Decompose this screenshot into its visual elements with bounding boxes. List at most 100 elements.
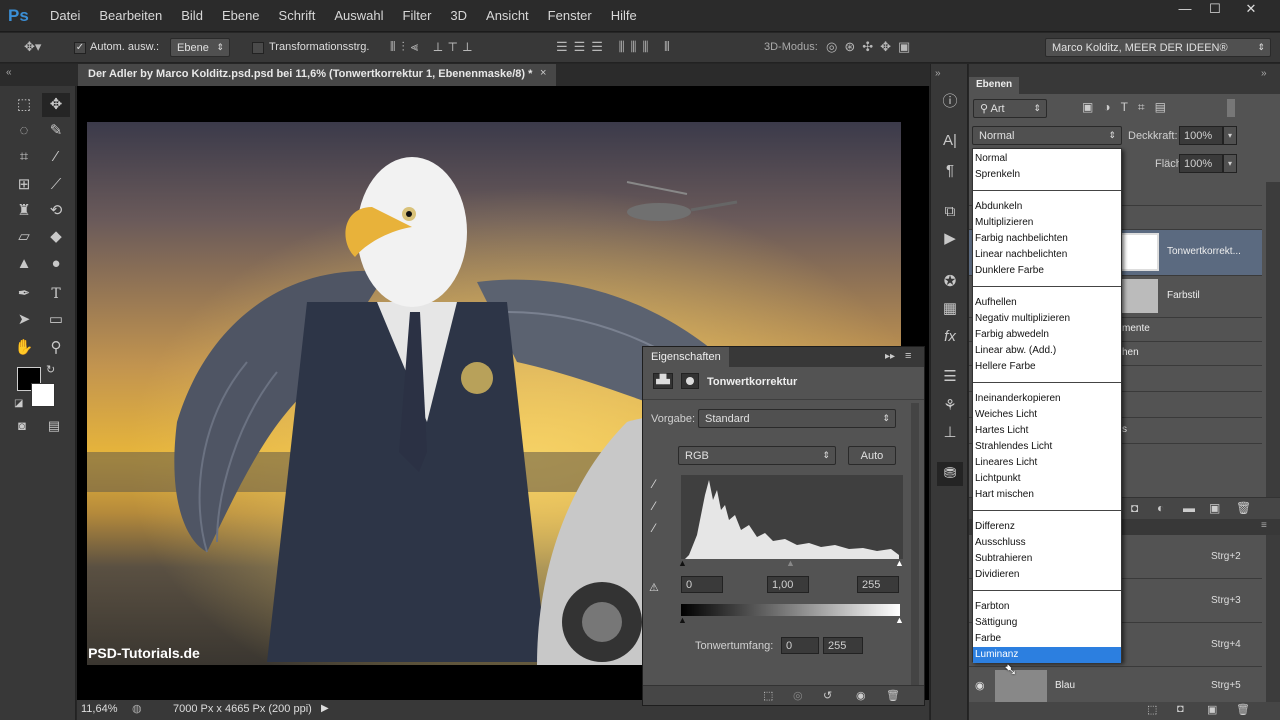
menu-bild[interactable]: Bild — [181, 8, 203, 23]
clipping-warning-icon[interactable]: ⚠ — [649, 581, 659, 594]
filter-kind-dropdown[interactable]: ⚲ Art ⇕ — [973, 99, 1047, 118]
menu-schrift[interactable]: Schrift — [279, 8, 316, 23]
document-tab[interactable]: Der Adler by Marco Kolditz.psd.psd bei 1… — [78, 64, 556, 86]
properties-tab[interactable]: Eigenschaften — [643, 347, 729, 367]
output-white-field[interactable]: 255 — [823, 637, 863, 654]
blend-mode-option[interactable]: Hart mischen — [973, 487, 1121, 503]
auto-button[interactable]: Auto — [848, 446, 896, 465]
move-tool-icon[interactable]: ✥▾ — [24, 39, 41, 55]
hand-tool-icon[interactable]: ✋ — [10, 336, 38, 360]
marquee-tool-icon[interactable]: ⬚ — [10, 93, 38, 117]
new-layer-icon[interactable]: ▣ — [1209, 501, 1220, 515]
crop-tool-icon[interactable]: ⌗ — [10, 145, 38, 169]
black-point-eyedropper-icon[interactable]: ⁄ — [653, 477, 655, 491]
styles-icon[interactable]: fx — [937, 325, 963, 349]
blend-mode-option[interactable]: Dunklere Farbe — [973, 263, 1121, 279]
blend-mode-option[interactable]: Subtrahieren — [973, 551, 1121, 567]
move-tool-icon[interactable]: ✥ — [42, 93, 70, 117]
blend-mode-option[interactable]: Farbig nachbelichten — [973, 231, 1121, 247]
visibility-eye-icon[interactable]: ◉ — [975, 679, 985, 692]
gamma-input-slider[interactable]: ▲ — [786, 558, 795, 568]
delete-channel-icon[interactable]: 🗑 — [1236, 703, 1250, 716]
channel-name[interactable]: Blau — [1055, 680, 1075, 691]
eyedropper-tool-icon[interactable]: ⁄ — [42, 145, 70, 169]
color-icon[interactable]: ✪ — [937, 270, 963, 294]
delete-icon[interactable]: 🗑 — [886, 689, 900, 702]
default-colors-icon[interactable]: ◪ — [14, 398, 23, 409]
properties-scrollbar[interactable] — [911, 403, 919, 685]
menu-3d[interactable]: 3D — [450, 8, 467, 23]
menu-fenster[interactable]: Fenster — [548, 8, 592, 23]
load-selection-icon[interactable]: ⬚ — [1147, 703, 1157, 716]
output-black-field[interactable]: 0 — [781, 637, 819, 654]
layer-name[interactable]: Tonwertkorrekt... — [1167, 246, 1241, 257]
blend-mode-option[interactable]: Multiplizieren — [973, 215, 1121, 231]
character-icon[interactable]: A| — [937, 129, 963, 153]
lasso-tool-icon[interactable]: ◌ — [10, 119, 38, 143]
status-menu-arrow-icon[interactable]: ▶ — [321, 703, 329, 714]
save-selection-icon[interactable]: ◘ — [1177, 703, 1184, 715]
auto-select-dropdown[interactable]: Ebene ⇕ — [170, 38, 230, 57]
opacity-field[interactable]: 100% — [1179, 126, 1223, 145]
blend-mode-option[interactable]: Ausschluss — [973, 535, 1121, 551]
close-document-icon[interactable]: × — [540, 67, 546, 79]
black-input-slider[interactable]: ▲ — [678, 558, 687, 568]
close-window-button[interactable]: ✕ — [1236, 0, 1266, 20]
zoom-level[interactable]: 11,64% — [81, 703, 118, 715]
blend-mode-option[interactable]: Strahlendes Licht — [973, 439, 1121, 455]
adjustments-icon[interactable]: ☰ — [937, 365, 963, 389]
auto-select-checkbox[interactable]: ✓ — [74, 42, 86, 54]
blend-mode-option[interactable]: Sprenkeln — [973, 167, 1121, 183]
input-white-field[interactable]: 255 — [857, 576, 899, 593]
blend-mode-option[interactable]: Hellere Farbe — [973, 359, 1121, 375]
swatches-icon[interactable]: ▦ — [937, 297, 963, 321]
input-black-field[interactable]: 0 — [681, 576, 723, 593]
pen-tool-icon[interactable]: ✒ — [10, 282, 38, 306]
opacity-dropdown-icon[interactable]: ▾ — [1223, 126, 1237, 145]
visibility-icon[interactable]: ◉ — [856, 689, 866, 702]
white-output-slider[interactable]: ▲ — [895, 615, 904, 625]
history-icon[interactable]: ⧉ — [937, 200, 963, 224]
collapse-icon[interactable]: » — [1261, 68, 1267, 79]
blend-mode-option[interactable]: Weiches Licht — [973, 407, 1121, 423]
gray-point-eyedropper-icon[interactable]: ⁄ — [653, 499, 655, 513]
blend-mode-option[interactable]: Aufhellen — [973, 295, 1121, 311]
layers-tab[interactable]: Ebenen — [969, 77, 1020, 94]
blend-mode-option[interactable]: Lichtpunkt — [973, 471, 1121, 487]
info-icon[interactable]: ⓘ — [937, 90, 963, 114]
add-mask-icon[interactable]: ◘ — [1131, 501, 1138, 515]
layer-name[interactable]: mente — [1122, 323, 1150, 334]
menu-ebene[interactable]: Ebene — [222, 8, 260, 23]
healing-brush-icon[interactable]: ⊞ — [10, 173, 38, 197]
blend-mode-option[interactable]: Normal — [973, 151, 1121, 167]
type-tool-icon[interactable]: T — [42, 282, 70, 306]
blend-mode-option[interactable]: Lineares Licht — [973, 455, 1121, 471]
fill-field[interactable]: 100% — [1179, 154, 1223, 173]
zoom-tool-icon[interactable]: ⚲ — [42, 336, 70, 360]
quick-mask-icon[interactable]: ◙ — [8, 414, 36, 438]
blend-mode-dropdown[interactable]: Normal ⇕ — [972, 126, 1122, 145]
new-channel-icon[interactable]: ▣ — [1207, 703, 1217, 716]
menu-datei[interactable]: Datei — [50, 8, 80, 23]
paint-bucket-icon[interactable]: ◆ — [42, 225, 70, 249]
view-previous-icon[interactable]: ◎ — [793, 689, 803, 702]
channels-scrollbar[interactable] — [1266, 535, 1280, 705]
maximize-button[interactable]: ☐ — [1200, 0, 1230, 20]
screen-mode-icon[interactable]: ▤ — [40, 414, 68, 438]
menu-hilfe[interactable]: Hilfe — [611, 8, 637, 23]
blend-mode-option[interactable]: Linear abw. (Add.) — [973, 343, 1121, 359]
expand-panels-icon[interactable]: » — [935, 68, 941, 79]
white-input-slider[interactable]: ▲ — [895, 558, 904, 568]
layer-filter-icons[interactable]: ▣◑T⌗▤ — [1082, 100, 1176, 115]
background-color-swatch[interactable] — [31, 383, 55, 407]
layers-scrollbar[interactable] — [1266, 182, 1280, 497]
menu-auswahl[interactable]: Auswahl — [334, 8, 383, 23]
actions-icon[interactable]: ▶ — [937, 227, 963, 251]
swap-colors-icon[interactable]: ↻ — [46, 363, 55, 376]
collapse-panel-icon[interactable]: ▸▸ — [885, 351, 895, 362]
blend-mode-option[interactable]: Hartes Licht — [973, 423, 1121, 439]
transform-controls-checkbox[interactable] — [252, 42, 264, 54]
panel-menu-icon[interactable]: ≡ — [905, 350, 911, 362]
shape-tool-icon[interactable]: ▭ — [42, 308, 70, 332]
blend-mode-option-selected[interactable]: Luminanz — [973, 647, 1121, 663]
